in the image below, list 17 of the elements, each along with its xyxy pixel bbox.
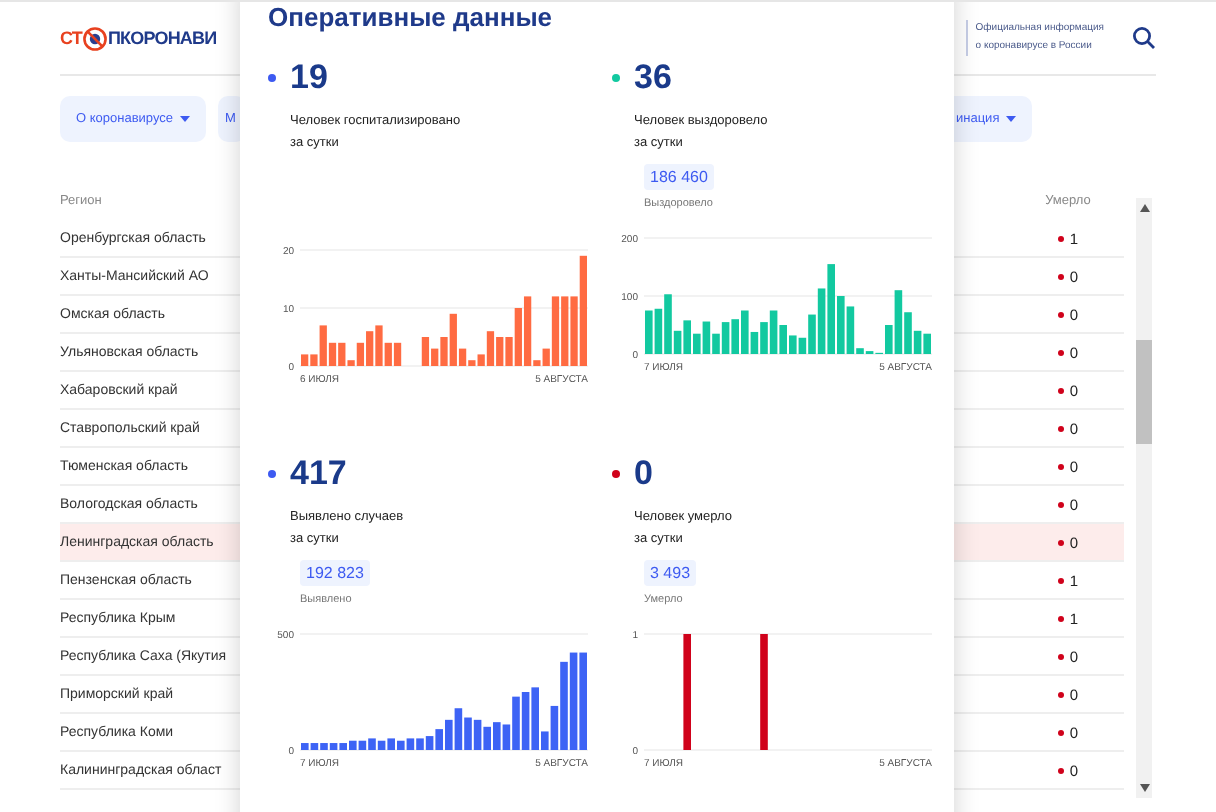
popup-title: Оперативные данные (268, 2, 555, 36)
logo[interactable]: СТ ПКОРОНАВИ (60, 25, 217, 51)
scroll-up-icon[interactable] (1139, 204, 1149, 212)
stat-value: 36 (634, 58, 672, 98)
scrollbar[interactable] (1136, 198, 1152, 798)
chart-bar (760, 634, 768, 750)
stat-value: 417 (290, 454, 347, 494)
total-badge: 192 823 (300, 560, 370, 586)
stat-value: 0 (634, 454, 653, 494)
total-badge: 3 493 (644, 560, 697, 586)
virus-icon (81, 25, 108, 51)
stat-value: 19 (290, 58, 328, 98)
scroll-down-icon[interactable] (1139, 784, 1149, 792)
chart-bar (683, 634, 691, 750)
scroll-thumb[interactable] (1136, 340, 1152, 444)
total-badge: 186 460 (644, 164, 714, 190)
search-icon[interactable] (1132, 26, 1156, 50)
